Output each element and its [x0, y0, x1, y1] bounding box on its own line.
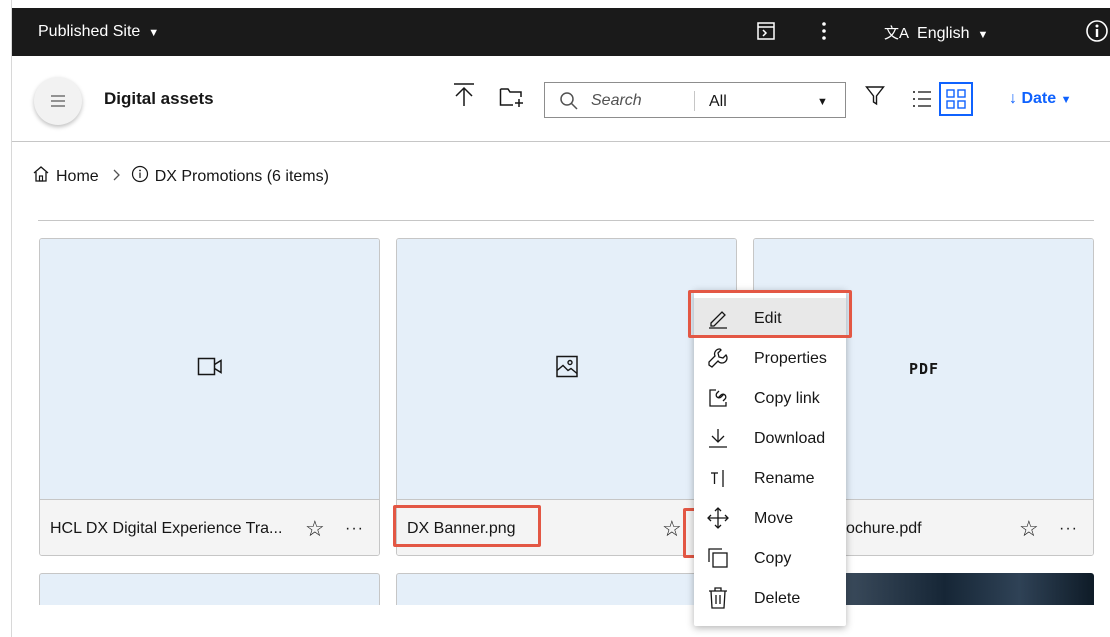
- highlight-box: [688, 290, 852, 338]
- search-box: Search All ▼: [544, 82, 846, 118]
- wrench-icon: [706, 346, 730, 375]
- chevron-right-icon: [111, 168, 121, 186]
- left-edge-strip: [0, 0, 12, 637]
- language-selector[interactable]: 文A English ▼: [884, 22, 988, 43]
- move-icon: [706, 506, 730, 535]
- sort-label: Date: [1021, 90, 1057, 107]
- search-divider: [694, 91, 695, 111]
- caret-down-icon[interactable]: ▼: [817, 96, 828, 108]
- asset-card[interactable]: HCL DX Digital Experience Tra... ☆ ···: [39, 238, 380, 556]
- home-icon[interactable]: [32, 165, 50, 188]
- caret-down-icon: ▼: [148, 27, 160, 39]
- menu-item-label: Copy link: [754, 390, 820, 407]
- top-bar: Published Site ▼ 文A English ▼: [12, 8, 1110, 56]
- divider: [38, 220, 1094, 221]
- video-icon: [197, 357, 223, 382]
- rename-icon: [706, 466, 730, 495]
- menu-item-label: Copy: [754, 550, 792, 567]
- caret-down-icon: ▼: [977, 29, 989, 41]
- copy-icon: [706, 546, 730, 575]
- hamburger-menu-button[interactable]: [34, 77, 82, 125]
- site-selector-label: Published Site: [38, 23, 141, 40]
- menu-item-rename[interactable]: Rename: [694, 458, 846, 498]
- grid-icon: [946, 89, 966, 109]
- overflow-menu-icon[interactable]: ···: [1059, 520, 1078, 538]
- star-icon[interactable]: ☆: [662, 516, 682, 542]
- search-icon: [559, 91, 579, 116]
- overflow-menu-icon[interactable]: ···: [345, 520, 364, 538]
- arrow-down-icon: ↓: [1009, 90, 1017, 107]
- sort-button[interactable]: ↓ Date ▼: [1009, 90, 1071, 108]
- info-icon[interactable]: [1085, 19, 1109, 48]
- menu-item-delete[interactable]: Delete: [694, 578, 846, 618]
- image-icon: [555, 355, 579, 384]
- language-label: English: [917, 25, 970, 42]
- highlight-box: [393, 505, 541, 547]
- asset-thumbnail-photo[interactable]: [845, 573, 1094, 605]
- menu-item-label: Download: [754, 430, 826, 447]
- menu-item-download[interactable]: Download: [694, 418, 846, 458]
- menu-item-label: Move: [754, 510, 794, 527]
- view-switcher: [905, 82, 977, 116]
- asset-name[interactable]: ochure.pdf: [846, 520, 922, 538]
- upload-icon[interactable]: [452, 82, 476, 113]
- overflow-menu-icon[interactable]: [818, 20, 830, 47]
- grid-view-button[interactable]: [939, 82, 973, 116]
- menu-item-label: Delete: [754, 590, 801, 607]
- translate-icon: 文A: [884, 25, 910, 42]
- star-icon[interactable]: ☆: [1019, 516, 1039, 542]
- filter-icon[interactable]: [865, 85, 885, 112]
- page-bottom: [12, 605, 1110, 637]
- asset-thumbnail[interactable]: [40, 239, 379, 499]
- info-icon[interactable]: [131, 165, 149, 188]
- hamburger-icon: [51, 95, 65, 107]
- asset-name[interactable]: HCL DX Digital Experience Tra...: [50, 520, 282, 538]
- search-input[interactable]: Search: [591, 92, 642, 110]
- terminal-icon[interactable]: [755, 20, 777, 47]
- caret-down-icon: ▼: [1060, 94, 1072, 106]
- menu-item-copy[interactable]: Copy: [694, 538, 846, 578]
- breadcrumb-home-link[interactable]: Home: [56, 168, 99, 186]
- pdf-icon: PDF: [908, 360, 940, 378]
- menu-item-copy-link[interactable]: Copy link: [694, 378, 846, 418]
- list-icon: [913, 91, 931, 107]
- page-title: Digital assets: [104, 89, 214, 108]
- menu-item-properties[interactable]: Properties: [694, 338, 846, 378]
- toolbar: Digital assets Search All ▼ ↓ Date ▼: [12, 56, 1110, 142]
- trash-icon: [706, 586, 730, 615]
- copy-link-icon: [706, 386, 730, 415]
- site-selector[interactable]: Published Site ▼: [38, 23, 159, 41]
- asset-thumbnail[interactable]: [397, 239, 736, 499]
- list-view-button[interactable]: [905, 82, 939, 116]
- star-icon[interactable]: ☆: [305, 516, 325, 542]
- download-icon: [706, 426, 730, 455]
- menu-item-move[interactable]: Move: [694, 498, 846, 538]
- context-menu: Edit Properties Copy link Download Renam…: [694, 290, 846, 626]
- filter-select-value[interactable]: All: [709, 93, 727, 111]
- asset-card-footer: HCL DX Digital Experience Tra... ☆ ···: [40, 499, 379, 555]
- breadcrumb: Home DX Promotions (6 items): [32, 165, 335, 188]
- menu-item-label: Rename: [754, 470, 815, 487]
- add-folder-icon[interactable]: [499, 86, 525, 113]
- menu-item-label: Properties: [754, 350, 827, 367]
- breadcrumb-current: DX Promotions (6 items): [154, 167, 329, 185]
